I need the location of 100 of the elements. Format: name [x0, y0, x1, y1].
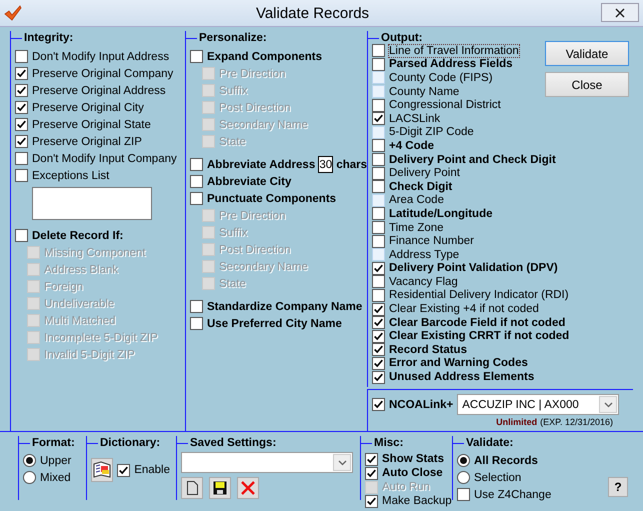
checkbox-label: Latitude/Longitude: [389, 208, 492, 220]
checkbox[interactable]: [457, 488, 470, 501]
checkbox[interactable]: [372, 330, 385, 343]
checkbox[interactable]: [365, 494, 378, 508]
group-title: Format:: [32, 437, 75, 449]
caret-icon: [338, 460, 346, 466]
checkbox-label: Delete Record If:: [32, 230, 124, 242]
checkbox[interactable]: [372, 302, 385, 316]
exceptions-list-box[interactable]: [32, 187, 152, 220]
dialog-button[interactable]: Close: [545, 72, 629, 97]
checkbox-label: County Code (FIPS): [389, 72, 493, 84]
new-button[interactable]: [181, 477, 203, 499]
help-button[interactable]: ?: [608, 477, 628, 497]
checkbox[interactable]: [372, 98, 385, 112]
checkbox[interactable]: [190, 50, 203, 63]
checkbox-label: Unused Address Elements: [389, 371, 534, 384]
radio-button[interactable]: [23, 471, 36, 484]
checkbox-label: Make Backup: [382, 495, 452, 507]
checkbox[interactable]: [190, 317, 203, 330]
checkbox-label: Address Type: [389, 248, 460, 261]
group-title: Validate:: [466, 437, 514, 449]
checkbox[interactable]: [190, 300, 203, 313]
checkbox-label: Undeliverable: [44, 298, 114, 310]
checkbox-label: Enable: [134, 464, 170, 476]
dictionary-button[interactable]: [91, 458, 114, 482]
checkbox-label: Suffix: [219, 84, 248, 96]
checkbox[interactable]: [372, 288, 385, 302]
radio-button[interactable]: [23, 454, 36, 467]
license-type: Unlimited: [496, 417, 538, 427]
checkbox[interactable]: [15, 101, 28, 114]
checkbox-label: Finance Number: [389, 235, 474, 248]
checkbox-label: Preserve Original State: [32, 118, 151, 130]
checkbox-label: Suffix: [219, 226, 248, 238]
checkbox[interactable]: [15, 67, 28, 80]
checkbox[interactable]: [15, 229, 28, 242]
checkbox[interactable]: [15, 169, 28, 182]
checkbox[interactable]: [372, 153, 385, 166]
checkbox[interactable]: [15, 50, 28, 63]
checkbox-label: Preserve Original Company: [32, 68, 174, 80]
checkbox[interactable]: [372, 44, 385, 58]
license-dropdown[interactable]: ACCUZIP INC | AX000: [457, 394, 620, 415]
checkbox-label: Secondary Name: [219, 260, 308, 272]
checkbox-label: Standardize Company Name: [207, 300, 362, 312]
checkbox[interactable]: [372, 343, 385, 356]
checkbox[interactable]: [372, 398, 385, 411]
close-icon: [615, 8, 625, 18]
close-button[interactable]: [601, 3, 639, 22]
checkbox-label: County Name: [389, 86, 460, 98]
checkbox-label: Record Status: [389, 344, 467, 356]
checkbox[interactable]: [190, 175, 203, 188]
save-button[interactable]: [209, 477, 231, 499]
checkbox[interactable]: [365, 466, 378, 480]
checkbox[interactable]: [372, 207, 385, 220]
checkbox-label: Abbreviate Address: [207, 158, 316, 170]
checkbox-label: Clear Barcode Field if not coded: [389, 316, 566, 329]
checkbox-label: +4 Code: [389, 140, 434, 152]
checkbox[interactable]: [190, 158, 203, 171]
checkbox-label: Check Digit: [389, 180, 452, 193]
checkbox[interactable]: [372, 356, 385, 370]
checkbox-label: Congressional District: [389, 99, 501, 112]
checkbox-label: Auto Close: [382, 467, 443, 479]
checkbox-label: Time Zone: [389, 222, 444, 234]
checkbox[interactable]: [190, 192, 203, 205]
checkbox-label: Preserve Original City: [32, 102, 144, 114]
dialog-button[interactable]: Validate: [545, 41, 629, 66]
number-field[interactable]: 30: [318, 156, 334, 173]
checkbox[interactable]: [15, 135, 28, 148]
radio-label: Selection: [474, 472, 522, 484]
checkbox[interactable]: [372, 234, 385, 248]
checkbox[interactable]: [372, 180, 385, 194]
checkbox-label: 5-Digit ZIP Code: [389, 126, 474, 138]
checkbox[interactable]: [372, 166, 385, 180]
radio-label: Mixed: [40, 472, 71, 484]
group-title: Misc:: [374, 437, 404, 449]
checkbox[interactable]: [372, 139, 385, 152]
checkbox[interactable]: [365, 452, 378, 466]
checkbox[interactable]: [372, 58, 385, 71]
checkbox-label: Pre Direction: [219, 210, 286, 222]
checkbox-label: Exceptions List: [32, 170, 110, 182]
checkbox-label: Auto Run: [382, 481, 430, 493]
checkbox-label: Parsed Address Fields: [389, 58, 513, 70]
checkbox[interactable]: [372, 316, 385, 330]
radio-button[interactable]: [457, 471, 470, 484]
group-title: Integrity:: [24, 32, 74, 44]
checkbox[interactable]: [15, 152, 28, 165]
checkbox-label: Residential Delivery Indicator (RDI): [389, 289, 569, 302]
checkbox-label: Delivery Point: [389, 167, 460, 180]
checkbox[interactable]: [15, 118, 28, 131]
checkbox[interactable]: [117, 464, 130, 476]
radio-button[interactable]: [457, 454, 470, 467]
checkbox[interactable]: [372, 275, 385, 288]
delete-button[interactable]: [237, 477, 259, 499]
unit-label: chars: [336, 158, 367, 170]
checkbox[interactable]: [372, 370, 385, 384]
checkbox[interactable]: [372, 221, 385, 234]
window-title: Validate Records: [254, 4, 370, 22]
checkbox[interactable]: [372, 262, 385, 275]
checkbox-label: Don't Modify Input Company: [32, 152, 177, 164]
checkbox[interactable]: [15, 84, 28, 97]
checkbox[interactable]: [372, 112, 385, 126]
